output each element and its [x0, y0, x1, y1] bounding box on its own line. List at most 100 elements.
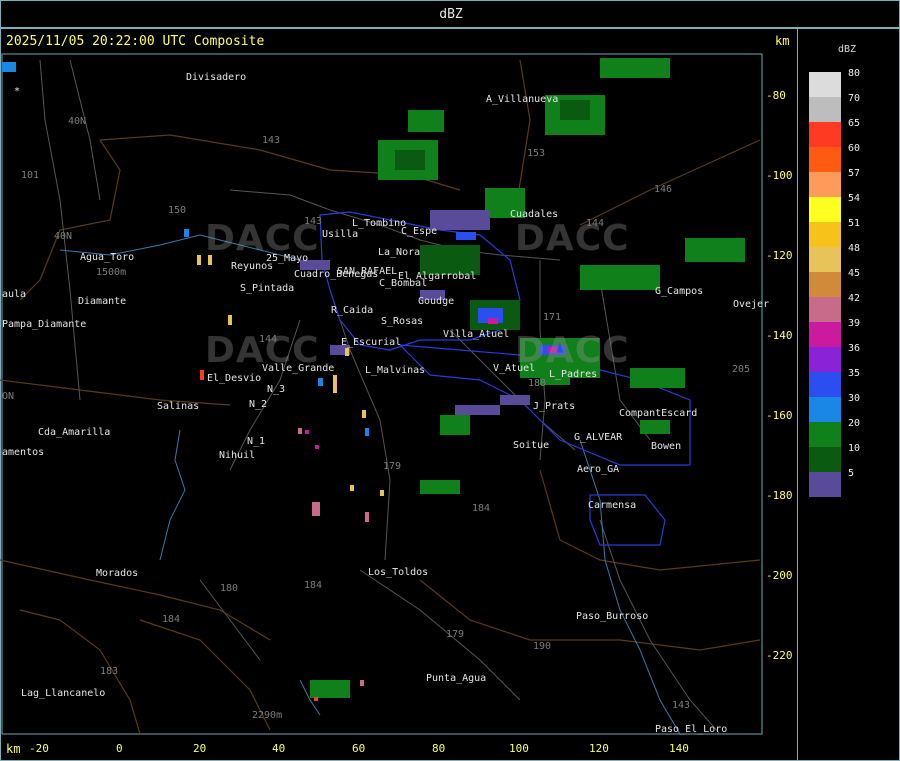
- x-tick: 100: [509, 742, 529, 755]
- place-label: G_Campos: [655, 286, 704, 297]
- legend-swatch: [809, 397, 841, 422]
- radar-map: [0, 53, 763, 735]
- place-label: Nihuil: [219, 450, 256, 461]
- x-tick: 140: [669, 742, 689, 755]
- place-label: C_Espe: [401, 226, 438, 237]
- legend-swatch: [809, 197, 841, 222]
- place-label: L_Tombino: [352, 218, 407, 229]
- road-label: 143: [304, 216, 323, 227]
- place-label: Usilla: [322, 229, 359, 240]
- road-label: 153: [527, 148, 546, 159]
- legend-label: 10: [848, 443, 861, 454]
- road-label: 179: [383, 461, 402, 472]
- legend-label: 65: [848, 118, 861, 129]
- timestamp: 2025/11/05 20:22:00 UTC Composite: [6, 34, 265, 49]
- radar-echoes: [2, 58, 745, 701]
- place-label: L_Malvinas: [365, 365, 426, 376]
- watermark-dacc: DACC: [515, 218, 630, 259]
- legend-label: 42: [848, 293, 861, 304]
- legend-title: dBZ: [838, 44, 857, 55]
- place-label: Villa_Atuel: [443, 329, 510, 340]
- legend-swatch: [809, 72, 841, 97]
- place-label: C_Bombal: [379, 278, 428, 289]
- legend-swatch: [809, 422, 841, 447]
- legend-swatch: [809, 247, 841, 272]
- road-label: 188: [528, 378, 547, 389]
- km-label-top: km: [775, 34, 790, 48]
- place-label: Diamante: [78, 296, 127, 307]
- place-label: Paso_El_Loro: [655, 724, 728, 735]
- legend-swatch: [809, 372, 841, 397]
- place-label: N_2: [249, 399, 268, 410]
- road-label: 180: [220, 583, 239, 594]
- place-label: Valle_Grande: [262, 363, 335, 374]
- road-label: 101: [21, 170, 40, 181]
- place-label: Salinas: [157, 401, 200, 412]
- place-label: Soitue: [513, 440, 550, 451]
- place-label: Cuadales: [510, 209, 559, 220]
- place-label: G_ALVEAR: [574, 432, 623, 443]
- place-label: La_Nora: [378, 247, 421, 258]
- legend-label: 35: [848, 368, 861, 379]
- x-tick: 20: [193, 742, 207, 755]
- road-label: 190: [533, 641, 552, 652]
- legend-label: 5: [848, 468, 855, 479]
- place-label: 25_Mayo: [266, 253, 309, 264]
- place-label: Aero_GA: [577, 464, 620, 475]
- legend-label: 80: [848, 68, 861, 79]
- place-label: V_Atuel: [493, 363, 536, 374]
- road-label: 144: [586, 218, 605, 229]
- y-tick: -220: [766, 649, 793, 662]
- place-label: Paso_Burroso: [576, 611, 649, 622]
- x-tick: 40: [272, 742, 286, 755]
- road-label: 150: [168, 205, 187, 216]
- legend-swatch: [809, 447, 841, 472]
- x-tick: 60: [352, 742, 366, 755]
- legend-swatch: [809, 347, 841, 372]
- road-label: 143: [262, 135, 281, 146]
- y-tick: -80: [766, 89, 786, 102]
- place-label: Punta_Agua: [426, 673, 487, 684]
- place-label: *: [14, 86, 21, 97]
- road-label: 184: [162, 614, 181, 625]
- place-label: amentos: [2, 447, 45, 458]
- road-label: 144: [259, 334, 278, 345]
- legend-swatch: [809, 272, 841, 297]
- legend-label: 70: [848, 93, 861, 104]
- road-label: ON: [2, 391, 15, 402]
- legend-label: 48: [848, 243, 861, 254]
- road-label: 184: [472, 503, 491, 514]
- place-label: R_Caida: [331, 305, 374, 316]
- place-label: Cda_Amarilla: [38, 427, 111, 438]
- legend-label: 51: [848, 218, 861, 229]
- legend-swatch: [809, 122, 841, 147]
- y-tick: -120: [766, 249, 793, 262]
- x-tick: -20: [29, 742, 49, 755]
- place-label: Morados: [96, 568, 139, 579]
- place-label: S_Rosas: [381, 316, 424, 327]
- x-tick: 120: [589, 742, 609, 755]
- y-tick: -180: [766, 489, 793, 502]
- legend-label: 57: [848, 168, 861, 179]
- km-label-bottom: km: [6, 742, 21, 756]
- legend-swatch: [809, 147, 841, 172]
- place-label: J_Prats: [533, 401, 576, 412]
- legend-swatch: [809, 472, 841, 497]
- road-label: 146: [654, 184, 673, 195]
- place-label: L_Padres: [549, 369, 598, 380]
- x-tick: 80: [432, 742, 446, 755]
- place-label: Agua_Toro: [80, 252, 135, 263]
- road-label: 183: [100, 666, 119, 677]
- place-label: SAN_RAFAEL: [337, 266, 398, 277]
- place-label: Los_Toldos: [368, 567, 429, 578]
- y-tick: -140: [766, 329, 793, 342]
- road-label: 205: [732, 364, 751, 375]
- road-label: 171: [543, 312, 562, 323]
- place-label: Lag_Llancanelo: [21, 688, 106, 699]
- place-label: A_Villanueva: [486, 94, 559, 105]
- place-label: N_1: [247, 436, 266, 447]
- x-tick: 0: [116, 742, 123, 755]
- place-label: E_Escurial: [341, 337, 402, 348]
- place-label: Carmensa: [588, 500, 637, 511]
- road-label: 184: [304, 580, 323, 591]
